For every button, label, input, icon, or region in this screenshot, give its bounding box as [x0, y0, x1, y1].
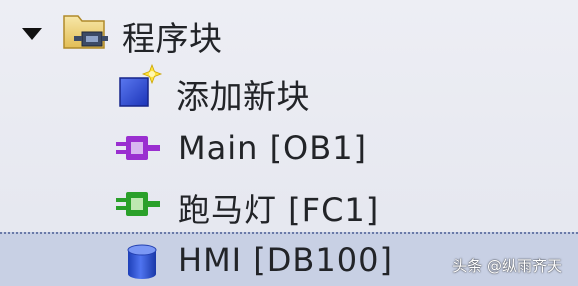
data-block-icon	[124, 242, 160, 282]
add-new-block-icon	[114, 63, 164, 114]
expand-arrow-icon[interactable]	[22, 28, 42, 40]
tree-item-label: 添加新块	[176, 77, 310, 116]
organization-block-icon	[114, 130, 164, 166]
watermark-text: 头条 @纵雨齐天	[452, 257, 562, 275]
tree-item-running-light-fc1[interactable]: 跑马灯 [FC1]	[0, 176, 578, 232]
project-tree: 程序块 添加新块 Main [OB1] 跑马灯 [FC1] HMI [DB100…	[0, 0, 578, 286]
tree-item-label: 程序块	[122, 19, 223, 58]
folder-block-icon	[60, 10, 112, 54]
tree-item-label: HMI [DB100]	[178, 241, 393, 279]
tree-item-label: Main [OB1]	[178, 129, 368, 167]
function-block-icon	[114, 186, 164, 222]
tree-item-label: 跑马灯 [FC1]	[178, 191, 380, 229]
tree-item-program-blocks[interactable]: 程序块	[0, 4, 578, 60]
tree-item-main-ob1[interactable]: Main [OB1]	[0, 120, 578, 176]
tree-item-add-new-block[interactable]: 添加新块	[0, 62, 578, 118]
